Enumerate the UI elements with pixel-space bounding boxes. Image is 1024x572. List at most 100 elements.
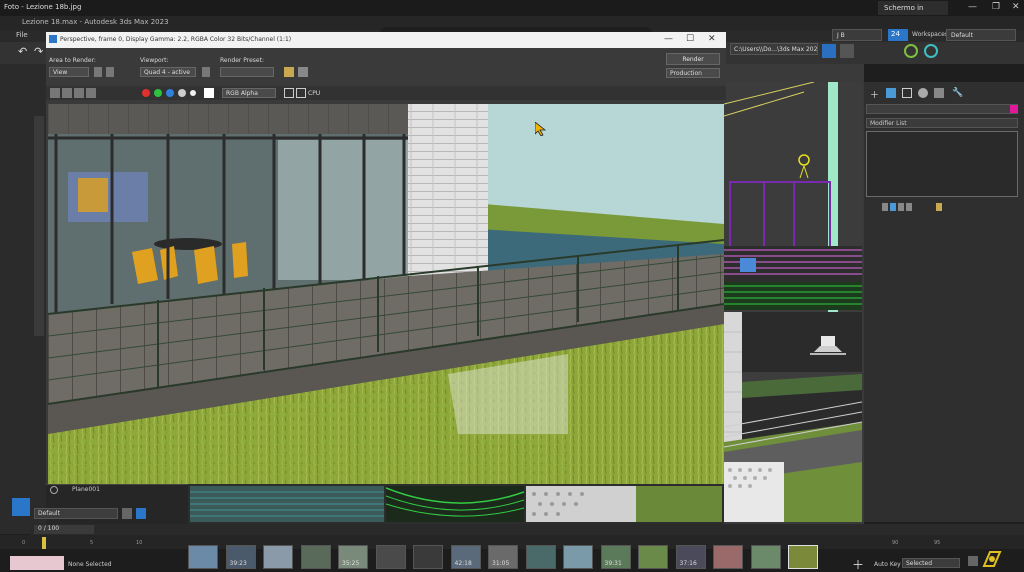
photo-thumbnail[interactable] (375, 545, 406, 569)
render-preset-select[interactable] (220, 67, 274, 77)
hierarchy-tab-icon[interactable] (902, 88, 912, 98)
display-tab-icon[interactable] (934, 88, 944, 98)
render-setup-icon[interactable] (840, 44, 854, 58)
layer-manager-icon[interactable] (136, 508, 146, 519)
time-slider-handle[interactable] (42, 537, 46, 549)
toggle-ui-icon[interactable] (284, 88, 294, 98)
activeshade-icon[interactable] (904, 44, 918, 58)
copy-image-icon[interactable] (62, 88, 72, 98)
os-title-bar (0, 0, 1024, 16)
maxscript-listener-field[interactable] (10, 556, 64, 570)
photo-thumbnail[interactable] (188, 545, 218, 569)
stack-controls[interactable] (868, 202, 948, 212)
red-channel-icon[interactable] (142, 89, 150, 97)
photo-thumbnail[interactable]: 31:05 (488, 545, 518, 569)
ruler-tick: 5 (90, 540, 94, 546)
render-frame-minimize-icon[interactable]: — (664, 34, 673, 44)
blue-channel-icon[interactable] (166, 89, 174, 97)
production-select[interactable]: Production (666, 68, 720, 78)
photo-thumbnail[interactable]: 37:16 (675, 545, 706, 569)
modifier-list-dropdown[interactable]: Modifier List (866, 118, 1018, 128)
render-frame-maximize-icon[interactable]: ☐ (686, 34, 694, 44)
project-path-field[interactable]: C:\Users\\Do...\3ds Max 202 (730, 43, 818, 55)
viewport-bottom-right[interactable] (724, 312, 862, 522)
viewport-top-right[interactable] (724, 82, 862, 312)
clear-icon[interactable] (204, 88, 214, 98)
viewport-label: Viewport: (140, 57, 169, 64)
add-key-icon[interactable]: ＋ (852, 556, 864, 572)
undo-icon[interactable]: ↶ (18, 45, 27, 58)
render-iterative-icon[interactable] (924, 44, 938, 58)
photo-thumbnail[interactable] (713, 545, 743, 569)
layer-options-icon[interactable] (122, 508, 132, 519)
render-setup-icon-small[interactable] (284, 67, 294, 77)
thumbnail-duration: 39:31 (604, 560, 622, 567)
minimize-icon[interactable]: — (968, 2, 977, 12)
motion-tab-icon[interactable] (918, 88, 928, 98)
maximize-icon[interactable]: ❐ (992, 2, 1000, 12)
clone-frame-icon[interactable] (74, 88, 84, 98)
channel-display-select[interactable]: RGB Alpha (222, 88, 276, 98)
render-frame-title: Perspective, frame 0, Display Gamma: 2.2… (60, 36, 292, 43)
photo-thumbnail[interactable] (413, 545, 443, 569)
toggle-overlay-icon[interactable] (296, 88, 306, 98)
print-image-icon[interactable] (86, 88, 96, 98)
viewport-bottom-right-strip[interactable] (526, 486, 722, 522)
utilities-tab-icon[interactable]: 🔧 (952, 88, 963, 98)
photo-thumbnail[interactable]: 42:18 (450, 545, 481, 569)
ruler-tick: 0 (22, 540, 26, 546)
photo-thumbnail[interactable]: 35:25 (338, 545, 368, 569)
visibility-eye-icon[interactable] (50, 486, 58, 494)
user-account-field[interactable]: J B (832, 29, 882, 41)
area-to-render-select[interactable]: View (49, 67, 89, 77)
ruler-tick: 10 (136, 540, 143, 546)
photo-thumbnail[interactable] (788, 545, 818, 569)
lock-viewport-icon[interactable] (202, 67, 210, 77)
photo-thumbnail[interactable] (563, 545, 593, 569)
thumbnail-duration: 37:16 (679, 560, 697, 567)
viewport-bottom-mid[interactable] (385, 486, 525, 522)
render-button[interactable]: Render (666, 53, 720, 65)
mono-icon[interactable] (190, 90, 196, 96)
photo-thumbnail[interactable] (300, 545, 331, 569)
scene-object-name[interactable]: Plane001 (72, 486, 100, 493)
create-tab-icon[interactable]: ＋ (870, 88, 879, 101)
photo-thumbnail[interactable]: 39:31 (600, 545, 631, 569)
key-filter-select[interactable]: Selected (902, 558, 960, 568)
viewport-tool-column (34, 116, 44, 336)
screen-mode-button[interactable]: Schermo in (878, 1, 948, 15)
environment-icon[interactable] (298, 67, 308, 77)
alpha-channel-icon[interactable] (178, 89, 186, 97)
notification-badge[interactable]: 24 (888, 29, 908, 41)
time-slider-bar[interactable] (30, 524, 1024, 535)
viewport-select[interactable]: Quad 4 - active (140, 67, 196, 77)
teapot-render-icon[interactable] (822, 44, 836, 58)
object-color-swatch[interactable] (1010, 105, 1018, 113)
photo-thumbnail[interactable]: 39:23 (225, 545, 256, 569)
workspaces-select[interactable]: Default (946, 29, 1016, 41)
modify-tab-icon[interactable] (886, 88, 896, 98)
frame-counter[interactable]: 0 / 100 (34, 525, 94, 534)
photo-thumbnail[interactable] (638, 545, 668, 569)
close-icon[interactable]: ✕ (1012, 2, 1020, 12)
redo-icon[interactable]: ↷ (34, 45, 43, 58)
photo-thumbnail[interactable] (750, 545, 781, 569)
photo-thumbnail[interactable] (263, 545, 293, 569)
menu-file[interactable]: File (16, 31, 28, 39)
set-key-icon[interactable] (968, 556, 978, 566)
render-preset-label: Render Preset: (220, 57, 264, 64)
scene-explorer-toggle-icon[interactable] (12, 498, 30, 516)
viewport-bottom-left[interactable] (190, 486, 384, 522)
layer-select[interactable]: Default (34, 508, 118, 519)
photo-thumbnail[interactable] (525, 545, 556, 569)
render-frame-close-icon[interactable]: ✕ (708, 34, 716, 44)
green-channel-icon[interactable] (154, 89, 162, 97)
modifier-stack[interactable] (866, 131, 1018, 197)
object-name-field[interactable] (866, 104, 1018, 114)
auto-region-icon[interactable] (106, 67, 114, 77)
save-image-icon[interactable] (50, 88, 60, 98)
auto-key-button[interactable]: Auto Key (874, 561, 901, 568)
os-window-title: Foto - Lezione 18b.jpg (4, 3, 82, 11)
thumbnail-duration: 39:23 (229, 560, 247, 567)
edit-region-icon[interactable] (94, 67, 102, 77)
